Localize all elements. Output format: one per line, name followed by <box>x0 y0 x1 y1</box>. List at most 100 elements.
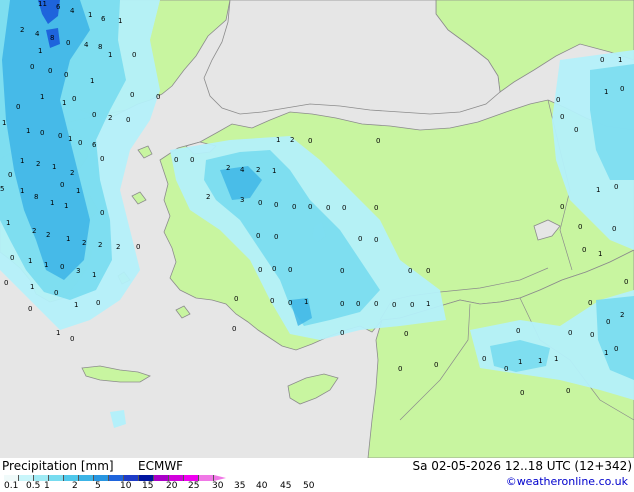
precip-value: 0 <box>66 39 71 47</box>
precip-value: 0 <box>174 156 179 164</box>
precip-value: 1 <box>68 135 73 143</box>
precip-value: 0 <box>624 278 629 286</box>
precipitation-map: 11 6 4 1 6 1 2 4 8 0 4 8 1 1 0 0 0 0 1 1 0 0 1 0 0 0 2 0 1 1 0 0 1 0 6 1 2 1 2… <box>0 0 634 458</box>
precip-value: 0 <box>308 137 313 145</box>
precip-value: 0 <box>70 335 75 343</box>
precip-value: 0 <box>374 236 379 244</box>
precip-value: 1 <box>50 199 55 207</box>
precip-value: 3 <box>240 196 245 204</box>
precip-value: 0 <box>582 246 587 254</box>
precip-value: 1 <box>66 235 71 243</box>
precip-value: 0 <box>234 295 239 303</box>
precip-value: 0 <box>190 156 195 164</box>
precip-value: 0 <box>612 225 617 233</box>
precip-value: 0 <box>600 56 605 64</box>
precip-value: 2 <box>256 166 261 174</box>
precip-value: 1 <box>64 202 69 210</box>
precip-value: 0 <box>356 300 361 308</box>
precip-value: 0 <box>100 209 105 217</box>
precip-value: 1 <box>604 349 609 357</box>
precip-value: 0 <box>132 51 137 59</box>
precip-value: 0 <box>30 63 35 71</box>
precip-value: 2 <box>20 26 25 34</box>
precip-value: 0 <box>156 93 161 101</box>
legend-swatch <box>79 475 94 481</box>
precip-value: 0 <box>588 299 593 307</box>
precip-value: 1 <box>44 261 49 269</box>
precip-value: 0 <box>270 297 275 305</box>
precip-value: 0 <box>606 318 611 326</box>
precip-value: 0 <box>614 183 619 191</box>
precip-value: 0 <box>272 265 277 273</box>
precip-value: 1 <box>518 358 523 366</box>
precip-value: 0 <box>482 355 487 363</box>
precip-value: 1 <box>26 127 31 135</box>
precip-value: 6 <box>92 141 97 149</box>
precip-value: 1 <box>40 93 45 101</box>
precip-value: 8 <box>50 34 55 42</box>
precip-value: 0 <box>72 95 77 103</box>
precip-value: 0 <box>340 329 345 337</box>
precip-value: 8 <box>34 193 39 201</box>
precip-value: 0 <box>614 345 619 353</box>
precip-value: 0 <box>504 365 509 373</box>
precip-value: 1 <box>538 357 543 365</box>
precip-value: 0 <box>404 330 409 338</box>
precip-value: 0 <box>566 387 571 395</box>
precip-value: 0 <box>40 129 45 137</box>
precip-value: 0 <box>590 331 595 339</box>
precip-value: 1 <box>52 163 57 171</box>
precip-value: 2 <box>82 239 87 247</box>
precip-value: 8 <box>98 43 103 51</box>
precip-value: 0 <box>408 267 413 275</box>
precip-value: 1 <box>426 300 431 308</box>
precip-value: 2 <box>98 241 103 249</box>
precip-value: 0 <box>60 181 65 189</box>
precip-value: 2 <box>108 114 113 122</box>
precip-value: 5 <box>0 185 5 193</box>
precip-value: 1 <box>28 257 33 265</box>
precip-value: 0 <box>374 300 379 308</box>
precip-value: 0 <box>342 204 347 212</box>
precip-value: 1 <box>74 301 79 309</box>
precip-value: 0 <box>274 201 279 209</box>
precip-value: 1 <box>2 119 7 127</box>
legend-ticks: 0.1 0.5 1 2 5 10 15 20 25 30 35 40 45 50 <box>0 482 340 492</box>
credit-link[interactable]: ©weatheronline.co.uk <box>506 475 628 488</box>
precip-value: 0 <box>58 132 63 140</box>
precip-value: 1 <box>272 167 277 175</box>
precip-value: 0 <box>258 266 263 274</box>
precip-value: 0 <box>16 103 21 111</box>
precip-value: 0 <box>308 203 313 211</box>
precip-value: 0 <box>398 365 403 373</box>
precip-value: 0 <box>100 155 105 163</box>
precip-value: 0 <box>376 137 381 145</box>
precip-value: 4 <box>84 41 89 49</box>
precip-value: 0 <box>8 171 13 179</box>
precip-value: 2 <box>226 164 231 172</box>
precip-value: 1 <box>20 187 25 195</box>
precip-value: 1 <box>604 88 609 96</box>
precip-value: 1 <box>618 56 623 64</box>
precip-value: 1 <box>6 219 11 227</box>
precip-value: 1 <box>56 329 61 337</box>
precip-value: 4 <box>240 166 245 174</box>
precip-value: 0 <box>520 389 525 397</box>
precip-value: 0 <box>64 71 69 79</box>
precip-value: 2 <box>46 231 51 239</box>
precip-value: 0 <box>410 301 415 309</box>
precip-value: 0 <box>556 96 561 104</box>
precip-value: 0 <box>258 199 263 207</box>
precip-value: 0 <box>578 223 583 231</box>
precip-value: 1 <box>62 99 67 107</box>
model-name: ECMWF <box>138 459 184 473</box>
precip-value: 0 <box>48 67 53 75</box>
precip-value: 0 <box>574 126 579 134</box>
precip-value: 0 <box>60 263 65 271</box>
precip-value: 0 <box>340 267 345 275</box>
precip-value: 1 <box>90 77 95 85</box>
precip-value: 0 <box>340 300 345 308</box>
precip-value: 0 <box>126 116 131 124</box>
precip-value: 0 <box>434 361 439 369</box>
precip-value: 0 <box>232 325 237 333</box>
